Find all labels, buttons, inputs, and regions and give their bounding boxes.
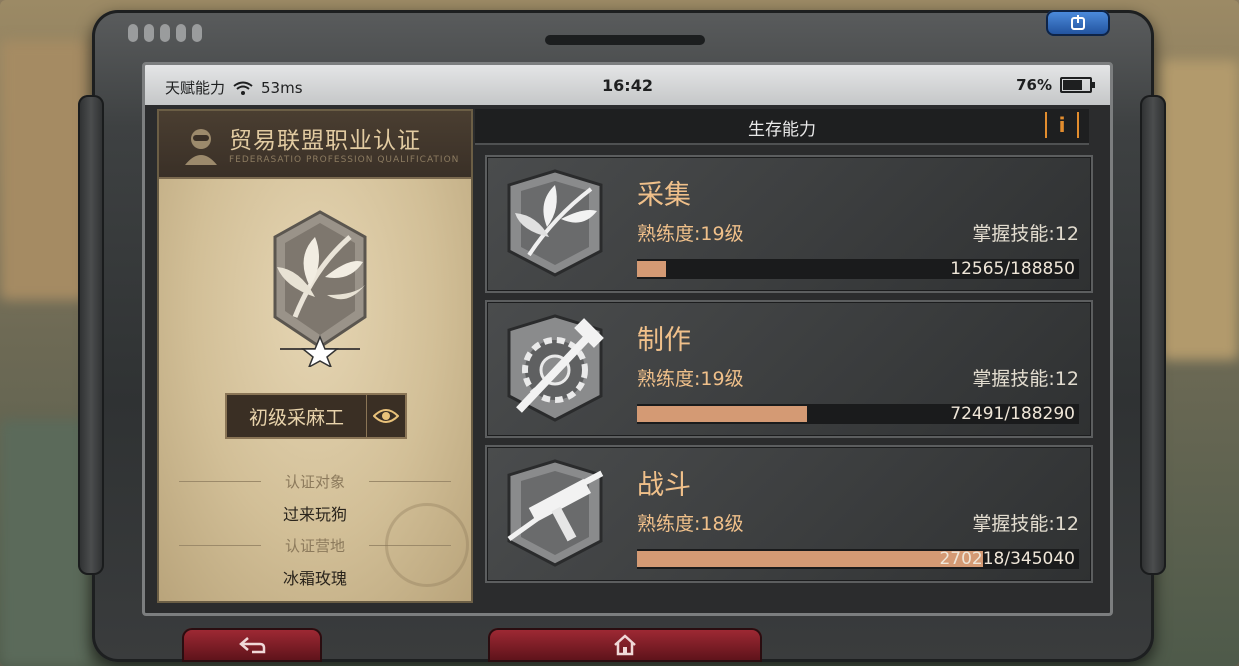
- skill-mastery: 掌握技能:12: [972, 368, 1079, 390]
- progress-text: 72491/188290: [950, 404, 1075, 424]
- skill-card-gathering[interactable]: 采集 熟练度:19级 掌握技能:12 12565/188850: [485, 155, 1093, 293]
- background-shape: [1160, 60, 1239, 360]
- battery-percent: 76%: [1016, 76, 1052, 94]
- progress-text: 12565/188850: [950, 259, 1075, 279]
- home-button[interactable]: [488, 628, 762, 662]
- clock: 16:42: [602, 76, 653, 95]
- back-button[interactable]: [182, 628, 322, 662]
- power-button[interactable]: [1046, 10, 1110, 36]
- skill-mastery: 掌握技能:12: [972, 513, 1079, 535]
- grip-dot: [128, 24, 138, 42]
- grip-dot: [176, 24, 186, 42]
- skill-mastery: 掌握技能:12: [972, 223, 1079, 245]
- rank-label: 初级采麻工: [248, 406, 344, 429]
- skill-card-combat[interactable]: 战斗 熟练度:18级 掌握技能:12 270218/345040: [485, 445, 1093, 583]
- grip-dot: [144, 24, 154, 42]
- card-subtitle: FEDERASATIO PROFESSION QUALIFICATION: [229, 155, 460, 165]
- camp-label: 认证营地: [284, 537, 345, 555]
- view-button[interactable]: [366, 395, 405, 437]
- right-handle: [1140, 95, 1166, 575]
- seal-stamp: [385, 503, 469, 587]
- progress-text: 270218/345040: [939, 549, 1075, 569]
- screen: 天赋能力 53ms 16:42 76% 贸易联盟职业认证 FEDERASATIO…: [142, 62, 1113, 616]
- certification-card: 贸易联盟职业认证 FEDERASATIO PROFESSION QUALIFIC…: [157, 109, 473, 603]
- power-icon: [1071, 15, 1085, 30]
- card-title: 贸易联盟职业认证: [229, 128, 421, 154]
- target-label-row: 认证对象: [159, 471, 471, 492]
- top-slot: [545, 35, 705, 45]
- gear-hammer-icon: [507, 314, 604, 422]
- skill-progress-bar: 12565/188850: [637, 259, 1079, 279]
- skill-card-crafting[interactable]: 制作 熟练度:19级 掌握技能:12 72491/188290: [485, 300, 1093, 438]
- submachine-gun-icon: [507, 459, 604, 567]
- background-shape: [0, 40, 90, 300]
- skill-proficiency: 熟练度:19级: [637, 368, 744, 390]
- card-header: 贸易联盟职业认证 FEDERASATIO PROFESSION QUALIFIC…: [159, 111, 471, 179]
- progress-fill: [637, 406, 808, 422]
- federation-logo-icon: [185, 129, 217, 165]
- background-shape: [0, 420, 90, 666]
- skill-proficiency: 熟练度:19级: [637, 223, 744, 245]
- back-arrow-icon: [239, 637, 266, 654]
- eye-icon: [373, 409, 399, 423]
- skill-name: 采集: [637, 180, 691, 211]
- progress-fill: [637, 551, 984, 567]
- target-label: 认证对象: [284, 473, 345, 491]
- skill-progress-bar: 270218/345040: [637, 549, 1079, 569]
- progress-fill: [637, 261, 667, 277]
- home-icon: [614, 634, 636, 656]
- leaf-emblem-icon: [273, 210, 367, 367]
- skill-proficiency: 熟练度:18级: [637, 513, 744, 535]
- grip-dot: [192, 24, 202, 42]
- panel-title: 生存能力: [748, 120, 816, 140]
- grip-dot: [160, 24, 170, 42]
- info-button[interactable]: i: [1045, 112, 1079, 138]
- battery-icon: [1060, 77, 1095, 93]
- left-handle: [78, 95, 104, 575]
- status-bar: 天赋能力 53ms 16:42 76%: [145, 65, 1110, 105]
- skill-name: 制作: [637, 325, 691, 356]
- rank-badge[interactable]: 初级采麻工: [225, 393, 407, 439]
- skill-name: 战斗: [637, 470, 691, 501]
- skill-progress-bar: 72491/188290: [637, 404, 1079, 424]
- panel-header: 生存能力 i: [475, 109, 1089, 145]
- leaf-bundle-icon: [507, 169, 603, 277]
